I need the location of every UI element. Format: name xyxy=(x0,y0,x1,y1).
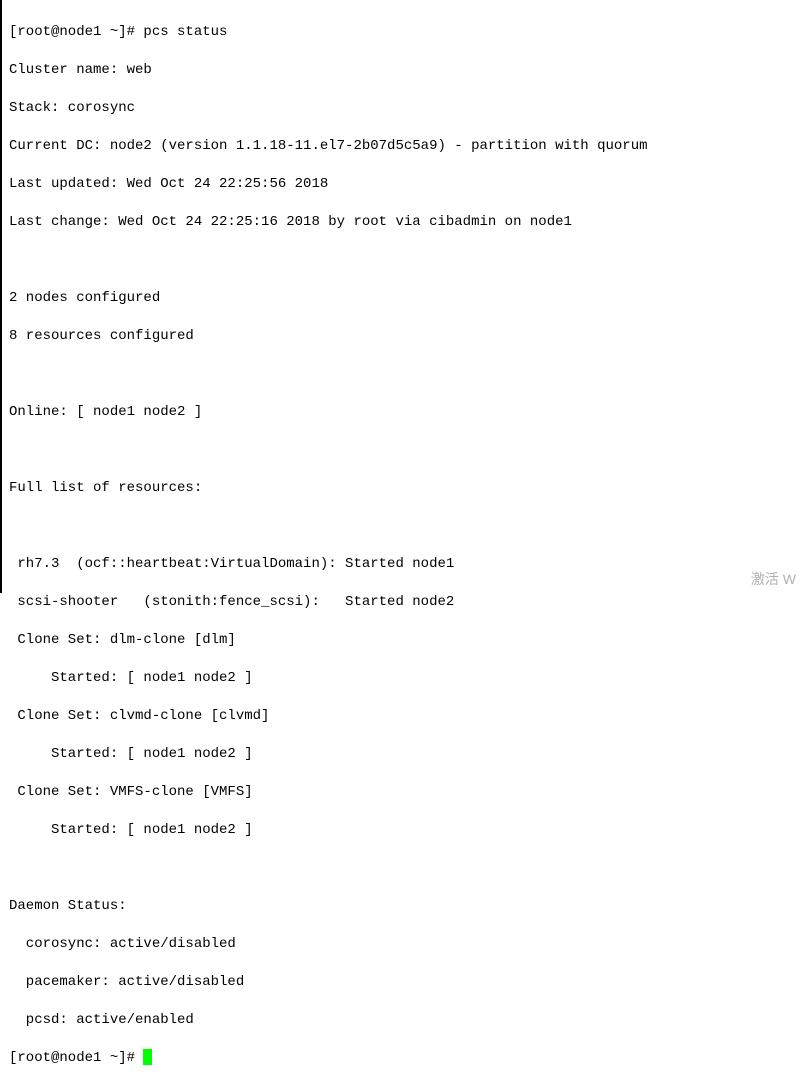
blank-line xyxy=(9,251,796,270)
blank-line xyxy=(9,517,796,536)
command-line: [root@node1 ~]# pcs status xyxy=(9,23,796,42)
online-nodes-line: Online: [ node1 node2 ] xyxy=(9,403,796,422)
shell-prompt: [root@node1 ~]# xyxy=(9,1050,143,1066)
resource-rh73-line: rh7.3 (ocf::heartbeat:VirtualDomain): St… xyxy=(9,555,796,574)
blank-line xyxy=(9,441,796,460)
cluster-name-line: Cluster name: web xyxy=(9,61,796,80)
prompt-line: [root@node1 ~]# xyxy=(9,1049,796,1068)
current-dc-line: Current DC: node2 (version 1.1.18-11.el7… xyxy=(9,137,796,156)
shell-prompt: [root@node1 ~]# xyxy=(9,24,143,40)
daemon-status-header: Daemon Status: xyxy=(9,897,796,916)
clone-clvmd-started: Started: [ node1 node2 ] xyxy=(9,745,796,764)
clone-dlm-header: Clone Set: dlm-clone [dlm] xyxy=(9,631,796,650)
last-change-line: Last change: Wed Oct 24 22:25:16 2018 by… xyxy=(9,213,796,232)
cursor-icon xyxy=(143,1049,152,1065)
watermark-text: 激活 W xyxy=(751,570,796,589)
full-list-header: Full list of resources: xyxy=(9,479,796,498)
last-updated-line: Last updated: Wed Oct 24 22:25:56 2018 xyxy=(9,175,796,194)
clone-vmfs-started: Started: [ node1 node2 ] xyxy=(9,821,796,840)
clone-dlm-started: Started: [ node1 node2 ] xyxy=(9,669,796,688)
blank-line xyxy=(9,859,796,878)
terminal-output[interactable]: [root@node1 ~]# pcs status Cluster name:… xyxy=(6,4,796,1087)
daemon-pcsd-line: pcsd: active/enabled xyxy=(9,1011,796,1030)
resource-scsi-line: scsi-shooter (stonith:fence_scsi): Start… xyxy=(9,593,796,612)
daemon-corosync-line: corosync: active/disabled xyxy=(9,935,796,954)
clone-vmfs-header: Clone Set: VMFS-clone [VMFS] xyxy=(9,783,796,802)
entered-command: pcs status xyxy=(143,24,227,40)
blank-line xyxy=(9,365,796,384)
daemon-pacemaker-line: pacemaker: active/disabled xyxy=(9,973,796,992)
resources-configured-line: 8 resources configured xyxy=(9,327,796,346)
stack-line: Stack: corosync xyxy=(9,99,796,118)
clone-clvmd-header: Clone Set: clvmd-clone [clvmd] xyxy=(9,707,796,726)
nodes-configured-line: 2 nodes configured xyxy=(9,289,796,308)
